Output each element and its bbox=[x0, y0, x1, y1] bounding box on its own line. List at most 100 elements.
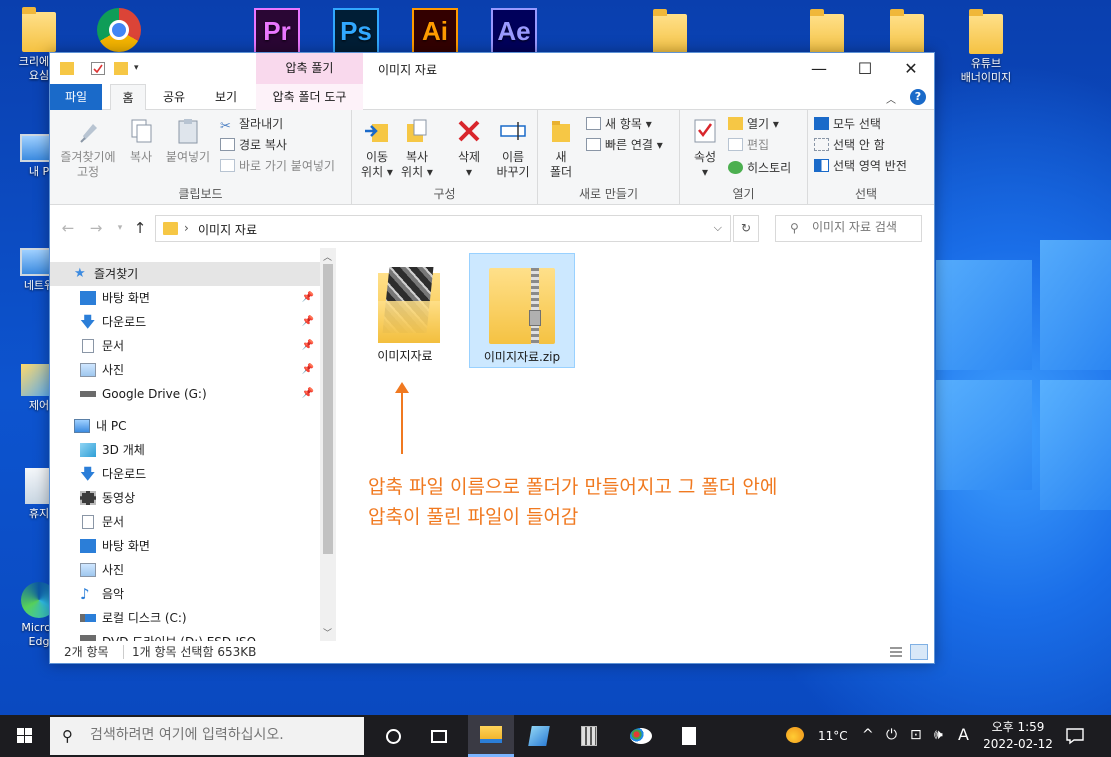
help-icon[interactable]: ? bbox=[910, 89, 926, 105]
desktop-folder[interactable] bbox=[872, 9, 942, 57]
new-folder-button[interactable]: 새 폴더 bbox=[544, 116, 578, 180]
tab-view[interactable]: 보기 bbox=[206, 84, 246, 110]
desktop-folder[interactable] bbox=[635, 9, 705, 57]
large-icons-view-icon[interactable] bbox=[910, 644, 928, 660]
pin-icon[interactable]: 📌 bbox=[302, 358, 314, 382]
ime-indicator[interactable]: A bbox=[958, 725, 969, 744]
desktop-folder[interactable] bbox=[792, 9, 862, 57]
nav-item-dvd-drive[interactable]: DVD 드라이브 (D:) ESD-ISO bbox=[50, 630, 320, 641]
chevron-down-icon[interactable]: ⌵ bbox=[714, 221, 722, 235]
copy-to-button[interactable]: 복사 위치 ▾ bbox=[398, 116, 436, 180]
nav-item-pictures-pc[interactable]: 사진 bbox=[50, 558, 320, 582]
volume-icon[interactable]: 🕪 bbox=[934, 727, 943, 743]
pin-icon[interactable]: 📌 bbox=[302, 334, 314, 358]
desktop-folder-youtube-banner[interactable]: 유튜브 배너이미지 bbox=[951, 9, 1021, 85]
file-item-zip[interactable]: 이미지자료.zip bbox=[469, 253, 575, 368]
network-icon[interactable]: ⊡ bbox=[910, 727, 922, 743]
scroll-up-icon[interactable]: ︿ bbox=[323, 250, 332, 263]
minimize-button[interactable]: — bbox=[796, 53, 842, 84]
recent-locations-button[interactable]: ▾ bbox=[110, 217, 130, 239]
chevron-up-icon[interactable]: ︿ bbox=[886, 91, 896, 106]
start-button[interactable] bbox=[0, 715, 48, 757]
desktop-icon-after-effects[interactable]: Ae bbox=[479, 8, 549, 54]
pin-icon[interactable]: 📌 bbox=[302, 286, 314, 310]
taskbar-calculator[interactable] bbox=[566, 715, 612, 757]
nav-quick-access[interactable]: ★ 즐겨찾기 bbox=[50, 262, 320, 286]
copy-button[interactable]: 복사 bbox=[122, 116, 160, 165]
scrollbar-thumb[interactable] bbox=[323, 264, 333, 554]
tab-share[interactable]: 공유 bbox=[154, 84, 194, 110]
cut-button[interactable]: ✂ 잘라내기 bbox=[220, 114, 283, 134]
rename-button[interactable]: 이름 바꾸기 bbox=[492, 116, 534, 180]
nav-item-documents-pc[interactable]: 문서 bbox=[50, 510, 320, 534]
nav-item-downloads[interactable]: 🡇 다운로드 📌 bbox=[50, 310, 320, 334]
select-all-button[interactable]: 모두 선택 bbox=[814, 114, 881, 134]
select-none-button[interactable]: 선택 안 함 bbox=[814, 135, 885, 155]
nav-item-local-disk[interactable]: 로컬 디스크 (C:) bbox=[50, 606, 320, 630]
address-bar[interactable]: › 이미지 자료 ⌵ bbox=[155, 215, 731, 242]
cortana-button[interactable] bbox=[370, 715, 416, 757]
properties-icon[interactable] bbox=[91, 62, 105, 75]
desktop-icon-illustrator[interactable]: Ai bbox=[400, 8, 470, 54]
search-input[interactable] bbox=[812, 220, 917, 234]
paste-button[interactable]: 붙여넣기 bbox=[162, 116, 214, 165]
properties-button[interactable]: 속성 ▾ bbox=[686, 116, 724, 180]
details-view-icon[interactable] bbox=[888, 644, 904, 660]
tab-file[interactable]: 파일 bbox=[50, 84, 102, 110]
back-button[interactable]: ← bbox=[58, 217, 78, 239]
nav-item-videos[interactable]: 동영상 bbox=[50, 486, 320, 510]
nav-item-3d-objects[interactable]: 3D 개체 bbox=[50, 438, 320, 462]
up-button[interactable]: ↑ bbox=[130, 217, 150, 239]
desktop-icon-premiere[interactable]: Pr bbox=[242, 8, 312, 54]
breadcrumb-separator[interactable]: › bbox=[184, 221, 189, 235]
nav-item-downloads-pc[interactable]: 🡇 다운로드 bbox=[50, 462, 320, 486]
taskbar-paint[interactable] bbox=[618, 715, 664, 757]
maximize-button[interactable]: ☐ bbox=[842, 53, 888, 84]
nav-item-desktop-pc[interactable]: 바탕 화면 bbox=[50, 534, 320, 558]
nav-item-desktop[interactable]: 바탕 화면 📌 bbox=[50, 286, 320, 310]
taskbar-document[interactable] bbox=[666, 715, 712, 757]
notification-icon[interactable] bbox=[1064, 725, 1086, 747]
new-folder-icon[interactable] bbox=[114, 62, 128, 75]
nav-item-documents[interactable]: 문서 📌 bbox=[50, 334, 320, 358]
tab-home[interactable]: 홈 bbox=[110, 84, 146, 111]
refresh-button[interactable]: ↻ bbox=[733, 215, 759, 242]
task-view-button[interactable] bbox=[416, 715, 462, 757]
edit-button[interactable]: 편집 bbox=[728, 135, 769, 155]
move-to-button[interactable]: 이동 위치 ▾ bbox=[358, 116, 396, 180]
desktop-icon-chrome[interactable] bbox=[84, 8, 154, 52]
nav-item-google-drive[interactable]: Google Drive (G:) 📌 bbox=[50, 382, 320, 406]
nav-scrollbar[interactable]: ︿ ﹀ bbox=[320, 248, 336, 641]
pin-to-quick-access-button[interactable]: 즐겨찾기에 고정 bbox=[56, 116, 120, 180]
new-item-button[interactable]: 새 항목 ▾ bbox=[586, 114, 652, 134]
weather-temperature[interactable]: 11°C bbox=[818, 729, 848, 743]
delete-button[interactable]: 삭제 ▾ bbox=[450, 116, 488, 180]
nav-this-pc[interactable]: 내 PC bbox=[50, 414, 320, 438]
search-box[interactable]: ⚲ bbox=[775, 215, 922, 242]
breadcrumb[interactable]: 이미지 자료 bbox=[198, 221, 257, 238]
easy-access-button[interactable]: 빠른 연결 ▾ bbox=[586, 135, 663, 155]
power-icon[interactable]: ⏻ bbox=[886, 727, 897, 743]
paste-shortcut-button[interactable]: 바로 가기 붙여넣기 bbox=[220, 156, 335, 176]
pin-icon[interactable]: 📌 bbox=[302, 310, 314, 334]
copy-path-button[interactable]: 경로 복사 bbox=[220, 135, 287, 155]
chevron-up-icon[interactable]: ^ bbox=[862, 727, 874, 743]
nav-item-music[interactable]: ♪ 음악 bbox=[50, 582, 320, 606]
forward-button[interactable]: → bbox=[86, 217, 106, 239]
clock[interactable]: 오후 1:59 2022-02-12 bbox=[978, 719, 1058, 753]
taskbar-search[interactable]: ⚲ bbox=[50, 717, 364, 755]
file-item-folder[interactable]: 이미지자료 bbox=[352, 253, 458, 368]
scroll-down-icon[interactable]: ﹀ bbox=[323, 626, 332, 639]
taskbar-search-input[interactable] bbox=[90, 727, 350, 743]
pin-icon[interactable]: 📌 bbox=[302, 382, 314, 406]
open-button[interactable]: 열기 ▾ bbox=[728, 114, 779, 134]
qat-dropdown-icon[interactable]: ▾ bbox=[134, 62, 148, 75]
file-list[interactable]: 이미지자료 이미지자료.zip 압축 파일 이름으로 폴더가 만들어지고 그 폴… bbox=[338, 248, 934, 641]
invert-selection-button[interactable]: 선택 영역 반전 bbox=[814, 156, 907, 176]
taskbar-file-explorer[interactable] bbox=[468, 715, 514, 757]
close-button[interactable]: ✕ bbox=[888, 53, 934, 84]
nav-item-pictures[interactable]: 사진 📌 bbox=[50, 358, 320, 382]
title-bar[interactable]: ▾ 압축 풀기 이미지 자료 — ☐ ✕ bbox=[50, 53, 934, 84]
taskbar-app[interactable] bbox=[516, 715, 562, 757]
tab-compressed-folder-tools[interactable]: 압축 폴더 도구 bbox=[256, 84, 363, 110]
